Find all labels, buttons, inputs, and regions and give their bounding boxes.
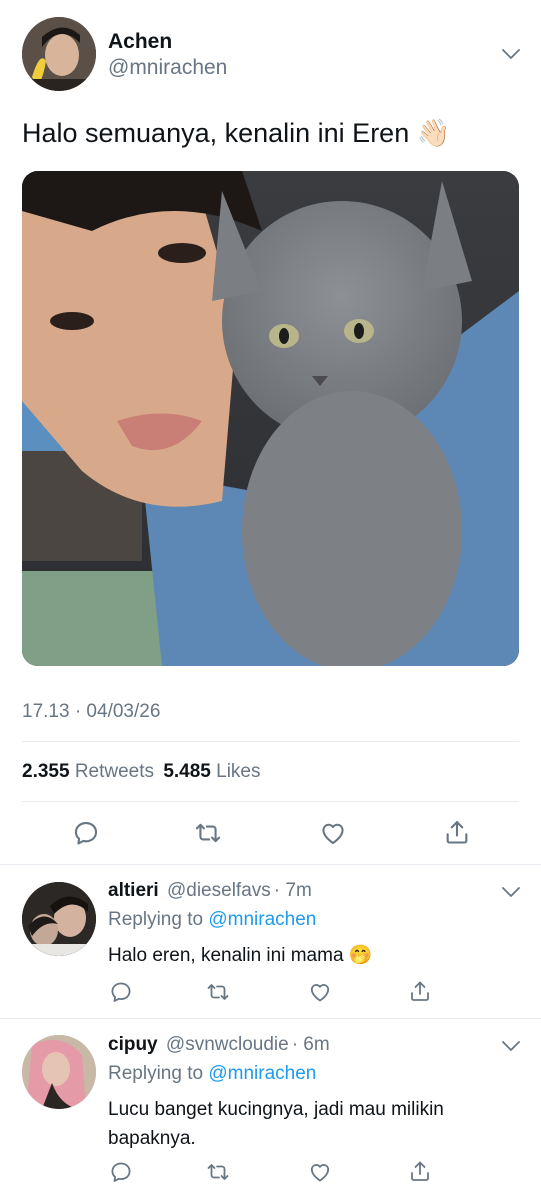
reply-text: Halo eren, kenalin ini mama 🤭 xyxy=(108,945,373,966)
author-avatar[interactable] xyxy=(22,17,96,91)
avatar-photo xyxy=(22,17,96,91)
divider xyxy=(0,1018,541,1019)
reply-author-name[interactable]: cipuy xyxy=(108,1034,158,1055)
replying-to-handle[interactable]: @mnirachen xyxy=(208,909,316,930)
reply-icon[interactable] xyxy=(109,980,133,1004)
likes-stat[interactable]: 5.485 Likes xyxy=(163,761,260,782)
replying-to-prefix: Replying to xyxy=(108,909,204,930)
replying-to-prefix: Replying to xyxy=(108,1063,204,1084)
reply-avatar-photo xyxy=(22,882,96,956)
share-icon[interactable] xyxy=(408,978,432,1004)
tweet-photo[interactable] xyxy=(22,171,519,666)
reply-text: Lucu banget kucingnya, jadi mau milikin … xyxy=(108,1099,444,1149)
likes-label: Likes xyxy=(216,761,261,782)
reply-author-handle[interactable]: @svnwcloudie xyxy=(166,1034,289,1055)
author-handle[interactable]: @mnirachen xyxy=(108,56,227,80)
replying-to-handle[interactable]: @mnirachen xyxy=(208,1063,316,1084)
engagement-stats: 2.355 Retweets 5.485 Likes xyxy=(22,760,261,784)
retweet-icon[interactable] xyxy=(205,980,231,1004)
reply-author-handle[interactable]: @dieselfavs xyxy=(167,880,271,901)
retweets-stat[interactable]: 2.355 Retweets xyxy=(22,761,159,782)
tweet-text: Halo semuanya, kenalin ini Eren 👋🏻 xyxy=(22,118,451,148)
replying-to: Replying to @mnirachen xyxy=(108,1062,316,1086)
chevron-down-icon[interactable] xyxy=(500,1039,522,1053)
retweets-label: Retweets xyxy=(74,761,155,782)
like-icon[interactable] xyxy=(308,1160,332,1184)
share-icon[interactable] xyxy=(408,1158,432,1184)
reply-avatar-photo xyxy=(22,1035,96,1109)
reply-header: altieri @dieselfavs · 7m xyxy=(108,879,312,903)
retweet-icon[interactable] xyxy=(193,819,223,847)
divider xyxy=(0,864,541,865)
tweet-timestamp[interactable]: 17.13 · 04/03/26 xyxy=(22,700,160,724)
divider xyxy=(22,741,519,742)
divider xyxy=(22,801,519,802)
retweets-count: 2.355 xyxy=(22,761,70,782)
chevron-down-icon[interactable] xyxy=(500,47,522,61)
share-icon[interactable] xyxy=(443,817,471,847)
reply-avatar[interactable] xyxy=(22,882,96,956)
reply-icon[interactable] xyxy=(109,1160,133,1184)
like-icon[interactable] xyxy=(308,980,332,1004)
chevron-down-icon[interactable] xyxy=(500,885,522,899)
replying-to: Replying to @mnirachen xyxy=(108,908,316,932)
selfie-with-kitten-image xyxy=(22,171,519,666)
likes-count: 5.485 xyxy=(163,761,211,782)
reply-header: cipuy @svnwcloudie · 6m xyxy=(108,1033,330,1057)
reply-avatar[interactable] xyxy=(22,1035,96,1109)
reply-author-name[interactable]: altieri xyxy=(108,880,159,901)
author-name[interactable]: Achen xyxy=(108,30,172,54)
reply-time: · 7m xyxy=(273,880,312,901)
retweet-icon[interactable] xyxy=(205,1160,231,1184)
reply-time: · 6m xyxy=(291,1034,330,1055)
like-icon[interactable] xyxy=(319,819,347,847)
reply-icon[interactable] xyxy=(72,819,100,847)
